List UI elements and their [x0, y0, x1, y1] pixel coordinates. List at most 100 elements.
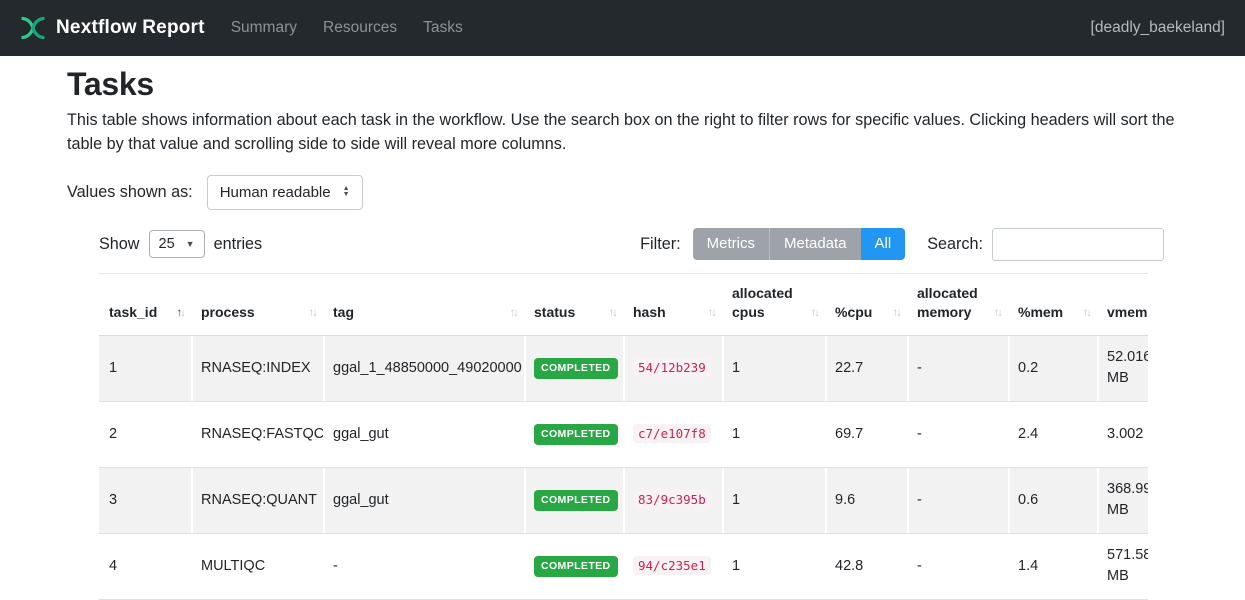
sort-icon: ↑↓ [708, 306, 716, 322]
sort-icon: ↑↓ [1083, 306, 1091, 322]
column-header-allocated-memory[interactable]: allocated memory ↑↓ [907, 273, 1008, 335]
brand[interactable]: Nextflow Report [20, 15, 205, 41]
cell-task-id: 3 [99, 467, 191, 533]
page-length-value: 25 [159, 236, 175, 252]
filter-button-metadata[interactable]: Metadata [769, 228, 861, 260]
table-row: 4 MULTIQC - COMPLETED 94/c235e1 1 42.8 -… [99, 533, 1148, 599]
column-header-allocated-cpus[interactable]: allocated cpus ↑↓ [722, 273, 825, 335]
show-entries-group: Show 25 ▼ entries [99, 230, 262, 258]
nav-item-tasks[interactable]: Tasks [423, 19, 463, 37]
values-shown-selected: Human readable [220, 184, 331, 201]
column-header-tag[interactable]: tag ↑↓ [323, 273, 524, 335]
cell-status: COMPLETED [524, 335, 623, 401]
filter-button-metrics[interactable]: Metrics [693, 228, 769, 260]
cell-tag: ggal_gut [323, 401, 524, 467]
nav-item-summary[interactable]: Summary [231, 19, 297, 37]
cell-task-id: 1 [99, 335, 191, 401]
column-label: tag [333, 304, 354, 320]
page-description: This table shows information about each … [67, 109, 1178, 157]
filter-button-group: Metrics Metadata All [693, 228, 906, 260]
cell-process: RNASEQ:QUANT [191, 467, 323, 533]
cell-allocated-memory: - [907, 467, 1008, 533]
cell-pct-mem: 2.4 [1008, 401, 1097, 467]
cell-status: COMPLETED [524, 401, 623, 467]
sort-icon: ↑↓ [893, 306, 901, 322]
values-shown-row: Values shown as: Human readable ▲▼ [67, 175, 1178, 210]
cell-pct-mem: 1.4 [1008, 533, 1097, 599]
cell-status: COMPLETED [524, 533, 623, 599]
page-length-select[interactable]: 25 ▼ [149, 230, 205, 258]
column-label: %cpu [835, 304, 872, 320]
column-label: task_id [109, 304, 157, 320]
cell-pct-cpu: 42.8 [825, 533, 907, 599]
topbar: Nextflow Report Summary Resources Tasks … [0, 0, 1245, 56]
top-nav: Summary Resources Tasks [231, 19, 463, 37]
column-header-pct-mem[interactable]: %mem ↑↓ [1008, 273, 1097, 335]
select-updown-icon: ▲▼ [343, 186, 350, 198]
column-label: vmem [1107, 304, 1147, 320]
cell-allocated-cpus: 1 [722, 335, 825, 401]
column-label: status [534, 304, 575, 320]
column-header-hash[interactable]: hash ↑↓ [623, 273, 722, 335]
column-label: allocated cpus [732, 285, 793, 320]
status-badge: COMPLETED [534, 358, 618, 379]
status-badge: COMPLETED [534, 490, 618, 511]
cell-pct-mem: 0.6 [1008, 467, 1097, 533]
chevron-down-icon: ▼ [186, 239, 195, 249]
cell-task-id: 2 [99, 401, 191, 467]
filter-group: Filter: Metrics Metadata All [640, 228, 905, 260]
entries-label: entries [214, 235, 263, 254]
main-content: Tasks This table shows information about… [0, 66, 1245, 600]
column-label: process [201, 304, 255, 320]
cell-pct-cpu: 22.7 [825, 335, 907, 401]
sort-icon: ↑↓ [510, 306, 518, 322]
cell-tag: ggal_gut [323, 467, 524, 533]
sort-icon: ↑↓ [609, 306, 617, 322]
search-input[interactable] [992, 228, 1164, 261]
cell-process: RNASEQ:FASTQC [191, 401, 323, 467]
show-label: Show [99, 235, 140, 254]
column-header-vmem[interactable]: vmem ↑↓ [1097, 273, 1148, 335]
cell-allocated-cpus: 1 [722, 467, 825, 533]
cell-tag: ggal_1_48850000_49020000 [323, 335, 524, 401]
filter-button-all[interactable]: All [861, 228, 906, 260]
status-badge: COMPLETED [534, 424, 618, 445]
column-header-process[interactable]: process ↑↓ [191, 273, 323, 335]
column-label: %mem [1018, 304, 1063, 320]
cell-process: RNASEQ:INDEX [191, 335, 323, 401]
sort-icon: ↑↓ [309, 306, 317, 322]
nav-item-resources[interactable]: Resources [323, 19, 397, 37]
cell-pct-mem: 0.2 [1008, 335, 1097, 401]
cell-process: MULTIQC [191, 533, 323, 599]
cell-vmem: 368.99 MB [1097, 467, 1148, 533]
cell-allocated-memory: - [907, 335, 1008, 401]
hash-code: c7/e107f8 [633, 424, 711, 443]
hash-code: 54/12b239 [633, 358, 711, 377]
column-header-status[interactable]: status ↑↓ [524, 273, 623, 335]
column-header-pct-cpu[interactable]: %cpu ↑↓ [825, 273, 907, 335]
search-group: Search: [927, 228, 1164, 261]
values-shown-label: Values shown as: [67, 183, 193, 202]
cell-status: COMPLETED [524, 467, 623, 533]
cell-pct-cpu: 69.7 [825, 401, 907, 467]
tasks-table: task_id ↑↓ process ↑↓ tag ↑↓ status ↑↓ [99, 273, 1148, 600]
values-shown-select[interactable]: Human readable ▲▼ [207, 175, 363, 210]
cell-allocated-cpus: 1 [722, 533, 825, 599]
cell-hash: 54/12b239 [623, 335, 722, 401]
cell-vmem: 571.58 MB [1097, 533, 1148, 599]
table-row: 2 RNASEQ:FASTQC ggal_gut COMPLETED c7/e1… [99, 401, 1148, 467]
column-header-task-id[interactable]: task_id ↑↓ [99, 273, 191, 335]
table-header-row: task_id ↑↓ process ↑↓ tag ↑↓ status ↑↓ [99, 273, 1148, 335]
cell-allocated-cpus: 1 [722, 401, 825, 467]
cell-allocated-memory: - [907, 533, 1008, 599]
page-title: Tasks [67, 66, 1178, 103]
column-label: hash [633, 304, 666, 320]
hash-code: 83/9c395b [633, 490, 711, 509]
table-row: 1 RNASEQ:INDEX ggal_1_48850000_49020000 … [99, 335, 1148, 401]
cell-vmem: 3.002 [1097, 401, 1148, 467]
hash-code: 94/c235e1 [633, 556, 711, 575]
search-label: Search: [927, 235, 983, 254]
cell-pct-cpu: 9.6 [825, 467, 907, 533]
tasks-table-scroll-area[interactable]: task_id ↑↓ process ↑↓ tag ↑↓ status ↑↓ [99, 273, 1148, 600]
brand-title: Nextflow Report [56, 17, 205, 39]
